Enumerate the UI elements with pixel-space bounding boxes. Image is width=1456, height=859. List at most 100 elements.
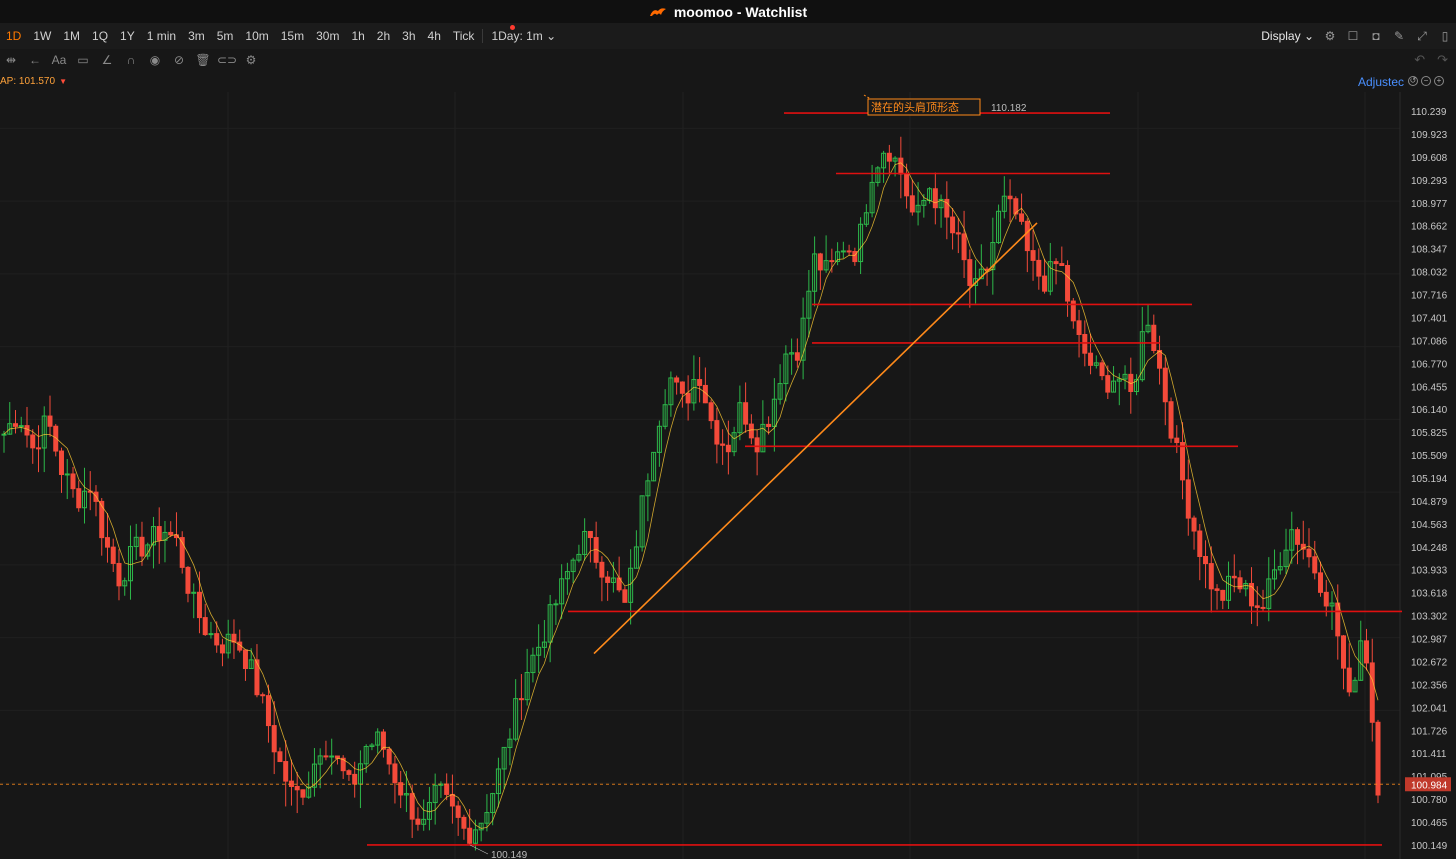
tab-1y[interactable]: 1Y [114, 29, 141, 43]
candle-down [886, 152, 892, 162]
tab-30m[interactable]: 30m [310, 29, 345, 43]
tab-1w[interactable]: 1W [27, 29, 57, 43]
panel-icon[interactable]: ▯ [1438, 29, 1452, 43]
y-tick-label: 102.987 [1411, 635, 1448, 646]
tab-1h[interactable]: 1h [345, 29, 370, 43]
candle-down [380, 731, 386, 750]
tab-1min[interactable]: 1 min [141, 29, 182, 43]
hide-icon[interactable]: ⊘ [172, 53, 186, 67]
candle-down [743, 402, 749, 425]
y-tick-label: 103.302 [1411, 612, 1448, 623]
moomoo-logo-icon [649, 7, 666, 16]
fullscreen-icon[interactable]: ⤢ [1415, 29, 1429, 43]
trash-icon[interactable]: 🗑 [195, 53, 210, 67]
y-tick-label: 107.401 [1411, 313, 1448, 324]
candle-down [679, 381, 685, 394]
candle-down [1214, 588, 1220, 591]
candle-down [1105, 375, 1111, 393]
y-tick-label: 105.825 [1411, 428, 1448, 439]
range-icon[interactable]: ⇹ [4, 53, 18, 67]
candle-down [674, 377, 680, 383]
candle-down [461, 816, 467, 829]
candle-down [1180, 442, 1186, 481]
text-icon[interactable]: Aa [52, 53, 67, 67]
candle-down [748, 423, 754, 439]
minus-icon[interactable]: − [1421, 76, 1431, 86]
magnet-icon[interactable]: ∩ [124, 53, 138, 67]
redo-icon[interactable]: ↷ [1437, 52, 1448, 68]
price-chart[interactable]: 110.239 109.923 109.608 109.293 108.977 108.6… [0, 92, 1456, 859]
pencil-icon[interactable]: ✎ [1392, 29, 1406, 43]
toggle-icon[interactable]: ⊂⊃ [217, 53, 237, 67]
candle-down [1260, 606, 1266, 609]
tab-2h[interactable]: 2h [371, 29, 396, 43]
notification-dot [510, 25, 515, 30]
candle-down [1323, 591, 1329, 607]
tab-1d[interactable]: 1D [0, 29, 27, 43]
tab-tick[interactable]: Tick [447, 29, 481, 43]
y-tick-label: 108.032 [1411, 268, 1448, 279]
reset-icon[interactable]: ↺ [1408, 76, 1418, 86]
adjusted-toggle[interactable]: Adjustec [1358, 75, 1404, 89]
display-button[interactable]: Display ⌄ [1261, 29, 1314, 43]
undo-icon[interactable]: ↶ [1414, 52, 1425, 68]
y-tick-label: 105.194 [1411, 474, 1448, 485]
line-icon[interactable]: ∠ [100, 53, 114, 67]
square-select-icon[interactable]: ☐ [1346, 29, 1360, 43]
settings-icon[interactable]: ⚙ [244, 53, 258, 67]
candle-down [386, 748, 392, 765]
candle-up [840, 250, 846, 253]
tab-4h[interactable]: 4h [422, 29, 447, 43]
y-tick-label: 109.293 [1411, 176, 1448, 187]
caret-down-icon[interactable]: ▼ [59, 77, 67, 86]
candle-down [1295, 529, 1301, 545]
low-pointer [469, 844, 489, 855]
window-title: moomoo - Watchlist [673, 3, 808, 20]
tab-15m[interactable]: 15m [275, 29, 310, 43]
candle-down [294, 785, 300, 791]
y-tick-label: 100.149 [1411, 841, 1448, 852]
right-toolbar: Display ⌄ ⚙ ☐ ◘ ✎ ⤢ ▯ [1261, 23, 1452, 49]
candle-down [35, 447, 41, 450]
gear-icon[interactable]: ⚙ [1323, 29, 1337, 43]
candle-up [18, 425, 24, 428]
y-tick-label: 101.411 [1411, 749, 1447, 760]
candle-down [1197, 530, 1203, 558]
y-tick-label: 109.923 [1411, 130, 1448, 141]
candle-down [409, 793, 415, 820]
y-tick-label: 102.356 [1411, 680, 1448, 691]
candle-down [185, 566, 191, 594]
arrow-icon[interactable]: ← [28, 53, 42, 67]
candle-down [1220, 589, 1226, 601]
candle-down [1369, 662, 1375, 723]
candle-down [1174, 437, 1180, 444]
y-tick-label: 105.509 [1411, 451, 1448, 462]
candle-down [1318, 572, 1324, 593]
candle-down [1168, 401, 1174, 439]
annotation-label: 潜在的头肩顶形态 [871, 100, 959, 114]
y-tick-label: 110.239 [1411, 107, 1447, 118]
comment-icon[interactable]: ▭ [76, 53, 90, 67]
y-tick-label: 107.716 [1411, 291, 1448, 302]
candle-down [518, 698, 524, 701]
tab-3h[interactable]: 3h [396, 29, 421, 43]
candle-down [605, 576, 611, 583]
candle-down [219, 644, 225, 654]
session-select[interactable]: 1Day: 1m ⌄ [485, 29, 562, 43]
tab-1m[interactable]: 1M [57, 29, 86, 43]
candle-up [208, 633, 214, 636]
tab-1q[interactable]: 1Q [86, 29, 114, 43]
candle-down [449, 793, 455, 807]
candle-up [553, 603, 559, 606]
candle-down [1306, 548, 1312, 558]
current-price-label: 100.984 [1411, 780, 1448, 791]
candle-down [685, 392, 691, 404]
tab-3m[interactable]: 3m [182, 29, 211, 43]
tab-5m[interactable]: 5m [211, 29, 240, 43]
eye-icon[interactable]: ◉ [148, 53, 162, 67]
plus-icon[interactable]: + [1434, 76, 1444, 86]
y-tick-label: 108.662 [1411, 222, 1448, 233]
camera-icon[interactable]: ◘ [1369, 29, 1383, 43]
candle-down [47, 415, 53, 427]
tab-10m[interactable]: 10m [239, 29, 274, 43]
